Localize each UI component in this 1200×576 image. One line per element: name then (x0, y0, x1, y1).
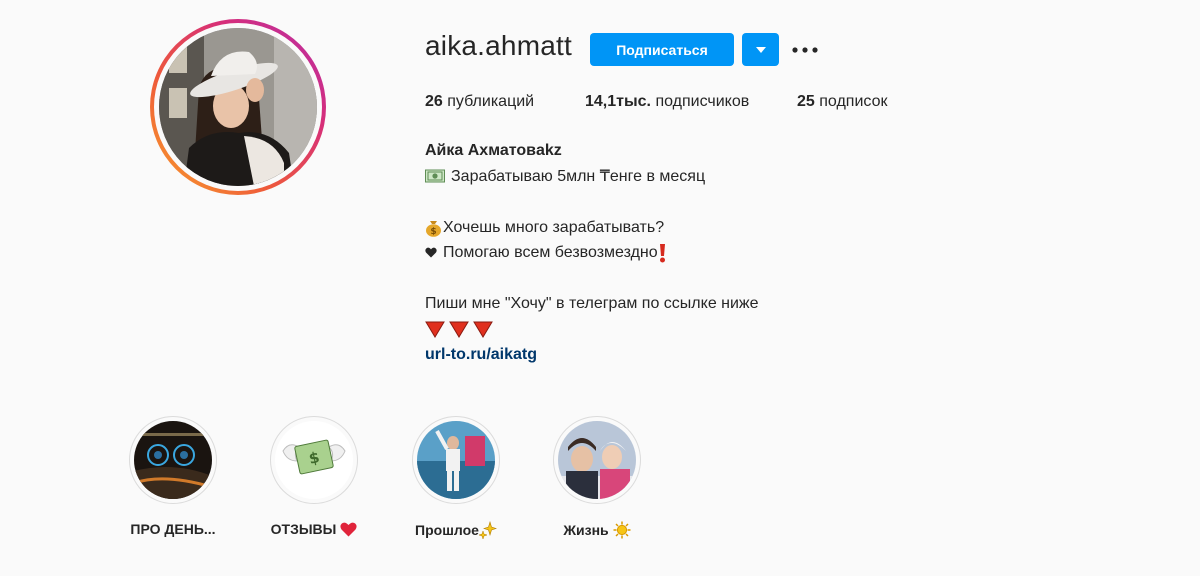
heart-icon (425, 247, 437, 258)
highlight-label: Жизнь (563, 522, 609, 538)
posts-count: 26 публикаций (425, 93, 535, 110)
highlight-cover-ring: $ (270, 416, 358, 504)
followers-count[interactable]: 14,1тыс. подписчиков (585, 93, 749, 111)
svg-text:$: $ (430, 227, 436, 237)
profile-avatar[interactable] (150, 19, 326, 195)
bio-line-help: Помогаю всем безвозмездно (425, 240, 945, 266)
highlight-pro-den[interactable]: ПРО ДЕНЬ... (118, 416, 228, 537)
highlight-label: ПРО ДЕНЬ... (130, 521, 216, 537)
exclamation-icon (659, 243, 665, 263)
avatar-photo (159, 28, 317, 186)
bio-line-telegram: Пиши мне "Хочу" в телеграм по ссылке ниж… (425, 295, 759, 312)
highlight-cover (134, 421, 212, 499)
profile-page: aika.ahmatt Подписаться 26 публикаций 14… (0, 0, 1200, 576)
highlight-cover (417, 421, 495, 499)
suggestions-dropdown-button[interactable] (742, 33, 779, 66)
more-dots-icon (792, 47, 818, 53)
sparkle-icon (478, 521, 497, 539)
profile-bio: Айка Ахматовakz Зарабатываю 5млн ₸енге в… (425, 138, 945, 368)
highlight-proshloe[interactable]: Прошлое (401, 416, 511, 539)
highlight-label: Прошлое (415, 522, 479, 538)
money-bill-icon (425, 169, 445, 183)
highlight-label: ОТЗЫВЫ (270, 521, 337, 537)
bio-line-arrows (425, 317, 945, 343)
more-options-button[interactable] (790, 36, 820, 64)
highlight-cover: $ (275, 421, 353, 499)
money-with-wings-icon: $ (275, 421, 353, 499)
chevron-down-icon (755, 46, 766, 53)
profile-full-name: Айка Ахматовakz (425, 142, 562, 159)
follow-button[interactable]: Подписаться (590, 33, 734, 66)
following-count[interactable]: 25 подписок (797, 93, 887, 111)
highlight-otzyvy[interactable]: $ ОТЗЫВЫ (259, 416, 369, 537)
heart-icon (340, 522, 357, 536)
bio-line-question: $ Хочешь много зарабатывать? (425, 215, 945, 241)
profile-external-link[interactable]: url-to.ru/aikatg (425, 342, 537, 368)
highlight-cover (558, 421, 636, 499)
red-triangle-icon (449, 321, 469, 339)
highlight-zhizn[interactable]: Жизнь (542, 416, 652, 539)
highlight-cover-ring (412, 416, 500, 504)
sun-icon (613, 521, 631, 539)
highlight-cover-ring (129, 416, 217, 504)
bio-line-earnings: Зарабатываю 5млн ₸енге в месяц (425, 164, 945, 190)
money-bag-icon: $ (426, 220, 441, 237)
red-triangle-icon (425, 321, 445, 339)
profile-username: aika.ahmatt (425, 30, 572, 61)
highlight-cover-ring (553, 416, 641, 504)
red-triangle-icon (473, 321, 493, 339)
